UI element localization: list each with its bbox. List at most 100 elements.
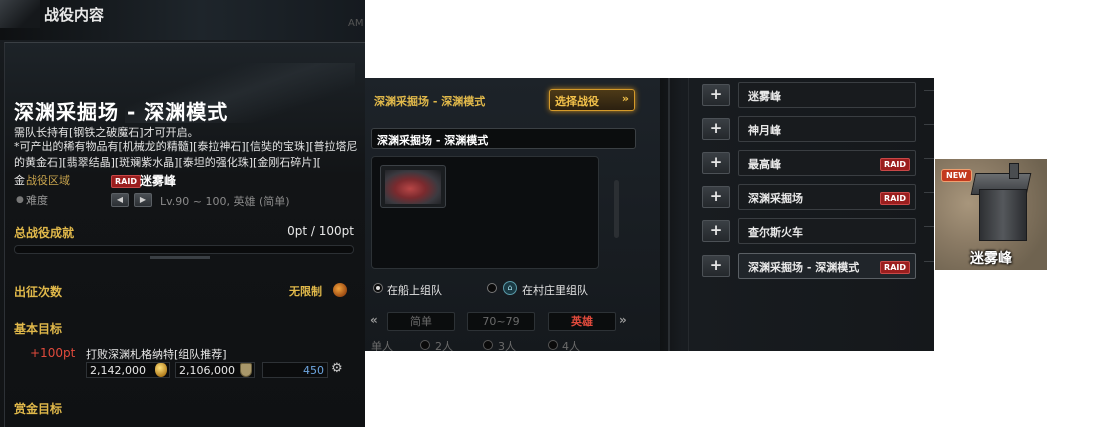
header-emblem-icon (0, 0, 40, 28)
list-divider (668, 78, 670, 351)
region-row: 金 战役区域 RAID 迷雾峰 (14, 171, 360, 189)
region-label: 战役区域 (26, 174, 70, 187)
party-on-ship-radio[interactable] (373, 283, 383, 293)
party-in-village-label: 在村庄里组队 (522, 284, 588, 297)
bullet-icon: ● (16, 195, 24, 205)
campaign-list-entry[interactable]: 深渊采掘场 RAID (738, 184, 916, 210)
token-reward: 450 (262, 362, 328, 378)
region-map-tile[interactable]: NEW 迷雾峰 (935, 159, 1047, 270)
raid-badge: RAID (880, 261, 910, 274)
campaign-list-item[interactable]: + 最高峰 RAID (702, 150, 916, 176)
preview-scrollbar[interactable] (614, 180, 619, 238)
campaign-list-label: 最高峰 (748, 158, 781, 171)
difficulty-next-arrow[interactable]: » (619, 313, 627, 327)
loot-text-end: 金 (14, 174, 25, 187)
party-size-3-radio[interactable] (483, 340, 493, 350)
campaign-list-label: 查尔斯火车 (748, 226, 803, 239)
item-slot[interactable] (380, 165, 446, 208)
window-title: 战役内容 (44, 6, 105, 24)
reward-preview-box (371, 156, 599, 269)
new-badge: NEW (941, 169, 972, 182)
difficulty-prev-arrow[interactable]: « (370, 313, 378, 327)
party-size-3[interactable]: 3人 (498, 338, 516, 351)
flame-icon (333, 283, 347, 297)
sortie-value: 无限制 (289, 285, 322, 298)
campaign-list-item[interactable]: + 神月峰 (702, 116, 916, 142)
list-edge-tick (924, 226, 934, 227)
fortress-icon (969, 163, 1032, 245)
difficulty-next-button[interactable]: ▶ (134, 193, 152, 207)
header-corner-text: AM (348, 18, 364, 29)
campaign-list-label: 神月峰 (748, 124, 781, 137)
campaign-list-label: 迷雾峰 (748, 90, 781, 103)
goal-name: 打败深渊札格纳特[组队推荐] (86, 348, 227, 361)
campaign-list-item[interactable]: + 深渊采掘场 RAID (702, 184, 916, 210)
token-reward-value: 450 (303, 364, 324, 377)
add-campaign-button[interactable]: + (702, 152, 730, 174)
campaign-select-panel: 深渊采掘场 - 深渊模式 选择战役 » 深渊采掘场 - 深渊模式 在船上组队 ⌂… (365, 78, 660, 351)
campaign-list-panel: + 迷雾峰 + 神月峰 + 最高峰 RAID + 深渊采掘场 RAID + 查尔斯火车 + 深渊采掘场 -… (660, 78, 934, 351)
achievement-label: 总战役成就 (14, 226, 75, 240)
campaign-list-label: 深渊采掘场 (748, 192, 803, 205)
campaign-list-entry[interactable]: 查尔斯火车 (738, 218, 916, 244)
difficulty-row: ● 难度 ◀ ▶ Lv.90 ~ 100, 英雄 (简单) (14, 191, 360, 209)
party-in-village-radio[interactable] (487, 283, 497, 293)
campaign-list-item[interactable]: + 查尔斯火车 (702, 218, 916, 244)
honor-reward-value: 2,106,000 (179, 364, 235, 377)
goal-points: +100pt (30, 346, 76, 360)
gold-pouch-icon (155, 363, 167, 377)
list-edge-tick (924, 124, 934, 125)
difficulty-option-easy[interactable]: 简单 (387, 312, 455, 331)
village-home-icon: ⌂ (503, 281, 517, 295)
list-edge-tick (924, 192, 934, 193)
difficulty-prev-button[interactable]: ◀ (111, 193, 129, 207)
basic-goal-label: 基本目标 (14, 322, 63, 336)
map-tile-label: 迷雾峰 (970, 251, 1012, 267)
campaign-list-item[interactable]: + 深渊采掘场 - 深渊模式 RAID (702, 253, 916, 279)
difficulty-label: 难度 (26, 194, 48, 207)
add-campaign-button[interactable]: + (702, 118, 730, 140)
select-campaign-button[interactable]: 选择战役 » (549, 89, 635, 111)
item-artwork-icon (385, 170, 441, 204)
campaign-name-field[interactable]: 深渊采掘场 - 深渊模式 (371, 128, 636, 149)
entry-requirement: 需队长持有[钢铁之破魔石]才可开启。 (14, 126, 199, 139)
campaign-content-panel: 战役内容 AM 深渊采掘场 - 深渊模式 需队长持有[钢铁之破魔石]才可开启。 … (0, 0, 365, 427)
party-size-2-radio[interactable] (420, 340, 430, 350)
gold-reward-value: 2,142,000 (90, 364, 146, 377)
campaign-list-entry[interactable]: 神月峰 (738, 116, 916, 142)
raid-badge: RAID (880, 158, 910, 171)
campaign-list-label: 深渊采掘场 - 深渊模式 (748, 261, 860, 274)
party-size-solo[interactable]: 单人 (371, 338, 393, 351)
add-campaign-button[interactable]: + (702, 255, 730, 277)
bounty-goal-label: 赏金目标 (14, 402, 63, 416)
add-campaign-button[interactable]: + (702, 84, 730, 106)
list-divider (688, 78, 689, 351)
add-campaign-button[interactable]: + (702, 220, 730, 242)
campaign-list-entry[interactable]: 迷雾峰 (738, 82, 916, 108)
campaign-list-item[interactable]: + 迷雾峰 (702, 82, 916, 108)
select-campaign-label: 选择战役 (555, 95, 599, 108)
fortress-body (979, 189, 1027, 241)
region-value: 迷雾峰 (140, 174, 177, 188)
gear-token-icon: ⚙ (331, 361, 343, 376)
raid-badge: RAID (880, 192, 910, 205)
party-size-4-radio[interactable] (548, 340, 558, 350)
sortie-label: 出征次数 (14, 285, 63, 299)
party-size-4[interactable]: 4人 (562, 338, 580, 351)
party-size-2[interactable]: 2人 (435, 338, 453, 351)
achievement-progress-bar (14, 245, 354, 254)
list-edge-tick (924, 158, 934, 159)
selected-campaign-title: 深渊采掘场 - 深渊模式 (374, 95, 486, 108)
dungeon-name: 深渊采掘场 - 深渊模式 (14, 100, 229, 124)
add-campaign-button[interactable]: + (702, 186, 730, 208)
difficulty-option-hero[interactable]: 英雄 (548, 312, 616, 331)
honor-shield-icon (240, 363, 252, 377)
achievement-value: 0pt / 100pt (287, 224, 354, 238)
difficulty-value: Lv.90 ~ 100, 英雄 (简单) (160, 195, 290, 208)
campaign-list-entry[interactable]: 深渊采掘场 - 深渊模式 RAID (738, 253, 916, 279)
fortress-chimney (1009, 163, 1019, 179)
raid-badge: RAID (111, 175, 141, 188)
campaign-list-entry[interactable]: 最高峰 RAID (738, 150, 916, 176)
difficulty-option-level[interactable]: 70~79 (467, 312, 535, 331)
list-edge-tick (924, 261, 934, 262)
